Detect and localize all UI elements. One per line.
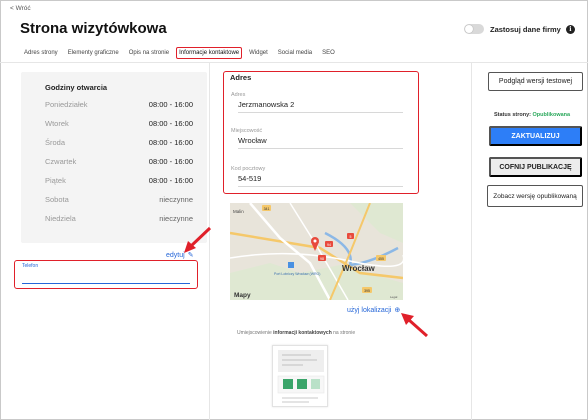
hours-row-sunday: Niedziela nieczynne (45, 214, 193, 223)
address-title: Adres (230, 73, 252, 82)
status-label: Status strony: (494, 112, 531, 118)
route-shield-455: 455 (378, 257, 384, 261)
route-shield-5: 5 (350, 235, 352, 239)
hours-value: 08:00 - 16:00 (148, 119, 193, 128)
hours-row-thursday: Czwartek 08:00 - 16:00 (45, 157, 193, 166)
map-label-town: Malin (233, 209, 244, 214)
info-icon[interactable]: i (565, 24, 575, 34)
view-published-button[interactable]: Zobacz wersję opublikowaną (487, 185, 583, 207)
hours-value: 08:00 - 16:00 (148, 157, 193, 166)
city-field[interactable]: Wrocław (238, 136, 403, 149)
map-brand: Mapy (234, 292, 251, 299)
phone-label: Telefon (22, 263, 39, 269)
tab-bar: Adres strony Elementy graficzne Opis na … (24, 47, 345, 59)
tab-social-media[interactable]: Social media (278, 49, 312, 59)
street-label: Adres (231, 92, 246, 98)
street-field[interactable]: Jerzmanowska 2 (238, 100, 403, 113)
route-shield-98: 98 (320, 257, 324, 261)
day-label: Poniedziałek (45, 100, 88, 109)
hours-row-saturday: Sobota nieczynne (45, 195, 193, 204)
back-link[interactable]: < Wróć (10, 5, 31, 12)
hours-value: 08:00 - 16:00 (148, 138, 193, 147)
use-location-link[interactable]: użyj lokalizacji ⊕ (347, 306, 400, 315)
page-title: Strona wizytówkowa (20, 20, 167, 37)
opening-hours-title: Godziny otwarcia (45, 83, 108, 92)
location-map[interactable]: 341 5 94 98 455 395 Malin Wrocław Port L… (230, 203, 403, 300)
placement-preview-thumbnail (272, 345, 328, 407)
unpublish-button[interactable]: COFNIJ PUBLIKACJĘ (489, 157, 582, 177)
hours-row-monday: Poniedziałek 08:00 - 16:00 (45, 100, 193, 109)
tab-seo[interactable]: SEO (322, 49, 335, 59)
update-button[interactable]: ZAKTUALIZUJ (489, 126, 582, 146)
day-label: Środa (45, 138, 66, 147)
map-legal: Legal (390, 295, 398, 299)
annotation-arrow-location (401, 313, 428, 338)
tab-graphic-elements[interactable]: Elementy graficzne (68, 49, 119, 59)
tab-page-description[interactable]: Opis na stronie (129, 49, 169, 59)
phone-field-highlight: Telefon (14, 260, 198, 289)
apply-company-label: Zastosuj dane firmy (490, 24, 561, 34)
placement-prefix: Umiejscowienie (237, 330, 274, 336)
placement-bold: informacji kontaktowych (273, 330, 332, 336)
column-divider-right (471, 62, 472, 420)
hours-value: nieczynne (159, 195, 193, 204)
tab-divider (0, 62, 588, 63)
layout-thumbnail-graphic (277, 350, 325, 403)
hours-row-friday: Piątek 08:00 - 16:00 (45, 176, 193, 185)
apply-company-toggle[interactable] (464, 24, 484, 34)
day-label: Sobota (45, 195, 69, 204)
route-shield-94: 94 (327, 243, 331, 247)
status-value: Opublikowana (532, 112, 571, 118)
route-shield-395: 395 (364, 289, 370, 293)
hours-value: nieczynne (159, 214, 193, 223)
day-label: Wtorek (45, 119, 69, 128)
hours-value: 08:00 - 16:00 (148, 100, 193, 109)
placement-caption: Umiejscowienie informacji kontaktowych n… (237, 330, 355, 336)
tab-contact-info[interactable]: Informacje kontaktowe (176, 47, 243, 59)
apply-company-data: Zastosuj dane firmy i (464, 24, 575, 34)
day-label: Piątek (45, 176, 66, 185)
postal-code-label: Kod pocztowy (231, 166, 266, 172)
hours-row-tuesday: Wtorek 08:00 - 16:00 (45, 119, 193, 128)
postal-code-field[interactable]: 54-519 (238, 174, 403, 187)
map-label-city: Wrocław (342, 264, 376, 273)
map-graphic: 341 5 94 98 455 395 Malin Wrocław Port L… (230, 203, 403, 300)
map-label-airport: Port Lotniczy Wrocław (WRO) (274, 272, 320, 276)
preview-test-version-button[interactable]: Podgląd wersji testowej (488, 72, 583, 91)
tab-page-address[interactable]: Adres strony (24, 49, 58, 59)
phone-input[interactable] (22, 271, 190, 284)
annotation-arrow-edit (184, 226, 212, 253)
city-label: Miejscowość (231, 128, 263, 134)
day-label: Czwartek (45, 157, 77, 166)
hours-row-wednesday: Środa 08:00 - 16:00 (45, 138, 193, 147)
tab-widget[interactable]: Widget (249, 49, 268, 59)
day-label: Niedziela (45, 214, 76, 223)
placement-suffix: na stronie (331, 330, 356, 336)
route-shield-341: 341 (264, 207, 270, 211)
page-status: Status strony: Opublikowana (494, 112, 570, 118)
address-section: Adres Adres Jerzmanowska 2 Miejscowość W… (223, 71, 419, 194)
use-location-label: użyj lokalizacji (347, 306, 392, 314)
opening-hours-card: Godziny otwarcia Poniedziałek 08:00 - 16… (21, 72, 207, 243)
hours-value: 08:00 - 16:00 (148, 176, 193, 185)
